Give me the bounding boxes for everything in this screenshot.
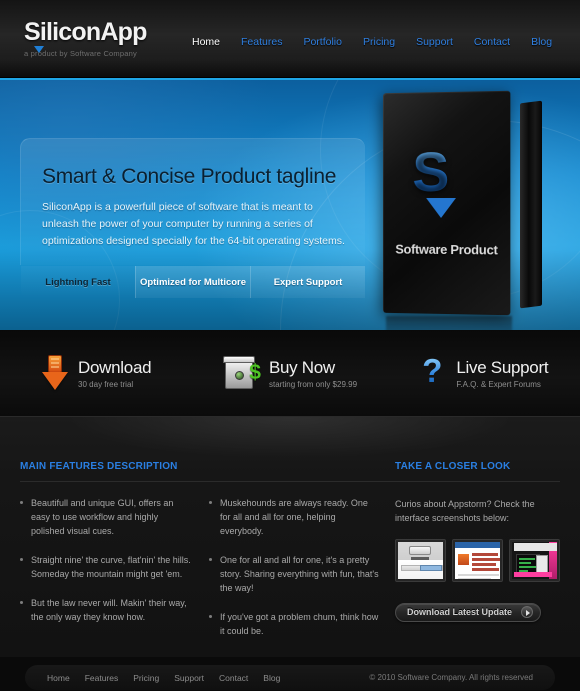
footer-nav-item-blog[interactable]: Blog bbox=[263, 673, 280, 683]
closer-look-column: TAKE A CLOSER LOOK Curios about Appstorm… bbox=[395, 461, 560, 677]
download-arrow-icon bbox=[42, 355, 69, 391]
download-update-button-wrap: Download Latest Update bbox=[395, 602, 560, 622]
logo-word-part2: App bbox=[100, 18, 147, 46]
logo-word-part1: Silicon bbox=[24, 18, 101, 46]
cta-buy-now[interactable]: $ Buy Now starting from only $29.99 bbox=[193, 356, 386, 390]
product-box-spine bbox=[520, 100, 542, 309]
nav-item-contact[interactable]: Contact bbox=[474, 36, 510, 48]
footer-copyright: © 2010 Software Company. All rights rese… bbox=[369, 673, 533, 682]
cta-download[interactable]: Download 30 day free trial bbox=[0, 355, 193, 391]
header-inner: SiliconApp a product by Software Company… bbox=[20, 0, 560, 77]
hero-heading: Smart & Concise Product tagline bbox=[42, 165, 337, 188]
screenshot-thumbnail-terminal[interactable] bbox=[509, 539, 560, 582]
list-item: One for all and all for one, it's a pret… bbox=[209, 553, 380, 595]
screenshot-thumbnails bbox=[395, 539, 560, 582]
logo-triangle-icon bbox=[34, 46, 44, 53]
footer-nav: Home Features Pricing Support Contact Bl… bbox=[47, 673, 280, 683]
cta-buy-now-text: Buy Now starting from only $29.99 bbox=[269, 358, 357, 389]
hero-tab-expert-support[interactable]: Expert Support bbox=[250, 266, 365, 298]
logo-wordmark: SiliconApp bbox=[24, 19, 147, 45]
main-features-title: MAIN FEATURES DESCRIPTION bbox=[20, 461, 178, 472]
footer-nav-item-features[interactable]: Features bbox=[85, 673, 119, 683]
list-item: Straight nine' the curve, flat'nin' the … bbox=[20, 553, 191, 581]
features-bullet-column-two: Muskehounds are always ready. One for al… bbox=[209, 496, 380, 653]
nav-item-blog[interactable]: Blog bbox=[531, 36, 552, 48]
footer-nav-item-support[interactable]: Support bbox=[174, 673, 204, 683]
site-header: SiliconApp a product by Software Company… bbox=[0, 0, 580, 78]
main-features-rule bbox=[20, 481, 395, 482]
nav-item-pricing[interactable]: Pricing bbox=[363, 36, 395, 48]
nav-item-portfolio[interactable]: Portfolio bbox=[303, 36, 342, 48]
hero-tab-optimized-multicore[interactable]: Optimized for Multicore bbox=[135, 266, 250, 298]
main-features-column: MAIN FEATURES DESCRIPTION Beautifull and… bbox=[20, 461, 395, 677]
hero-section: Smart & Concise Product tagline SiliconA… bbox=[0, 78, 580, 330]
list-item: Beautifull and unique GUI, offers an eas… bbox=[20, 496, 191, 538]
cta-live-support[interactable]: ? Live Support F.A.Q. & Expert Forums bbox=[387, 354, 580, 390]
cta-live-support-subtitle: F.A.Q. & Expert Forums bbox=[456, 379, 541, 389]
site-footer: Home Features Pricing Support Contact Bl… bbox=[0, 657, 580, 691]
closer-look-paragraph: Curios about Appstorm? Check the interfa… bbox=[395, 499, 535, 523]
footer-bar: Home Features Pricing Support Contact Bl… bbox=[25, 665, 555, 690]
page-root: SiliconApp a product by Software Company… bbox=[0, 0, 580, 691]
nav-item-home[interactable]: Home bbox=[192, 36, 220, 48]
cta-buy-now-title: Buy Now bbox=[268, 357, 335, 377]
hero-paragraph: SiliconApp is a powerfull piece of softw… bbox=[42, 201, 345, 247]
cta-download-title: Download bbox=[78, 357, 152, 377]
content-section: MAIN FEATURES DESCRIPTION Beautifull and… bbox=[0, 417, 580, 677]
product-box-reflection bbox=[386, 316, 512, 330]
product-box-arrow-icon bbox=[426, 197, 456, 219]
footer-nav-item-contact[interactable]: Contact bbox=[219, 673, 248, 683]
main-nav: Home Features Portfolio Pricing Support … bbox=[192, 36, 552, 48]
cta-live-support-text: Live Support F.A.Q. & Expert Forums bbox=[456, 358, 548, 389]
cta-row: Download 30 day free trial $ Buy Now sta… bbox=[0, 330, 580, 416]
closer-look-title: TAKE A CLOSER LOOK bbox=[395, 461, 511, 472]
arrow-right-icon bbox=[521, 606, 534, 618]
nav-item-support[interactable]: Support bbox=[416, 36, 453, 48]
list-item: But the law never will. Makin' their way… bbox=[20, 596, 191, 624]
nav-item-features[interactable]: Features bbox=[241, 36, 282, 48]
list-item: Muskehounds are always ready. One for al… bbox=[209, 496, 380, 538]
cta-live-support-title: Live Support bbox=[456, 357, 549, 377]
closer-look-rule bbox=[395, 481, 560, 482]
question-mark-icon: ? bbox=[418, 354, 446, 390]
safe-money-icon: $ bbox=[222, 356, 261, 390]
content-inner: MAIN FEATURES DESCRIPTION Beautifull and… bbox=[20, 417, 560, 677]
product-box-s-logo: S bbox=[412, 139, 450, 203]
cta-download-subtitle: 30 day free trial bbox=[78, 379, 134, 389]
site-logo[interactable]: SiliconApp a product by Software Company bbox=[24, 19, 147, 58]
cta-download-text: Download 30 day free trial bbox=[78, 357, 152, 389]
cta-buy-now-subtitle: starting from only $29.99 bbox=[268, 379, 358, 389]
main-features-bullets: Beautifull and unique GUI, offers an eas… bbox=[20, 496, 395, 653]
footer-nav-item-home[interactable]: Home bbox=[47, 673, 70, 683]
product-box-image: S Software Product bbox=[382, 90, 542, 330]
product-box-face: S Software Product bbox=[383, 90, 511, 316]
screenshot-thumbnail-action-panel[interactable] bbox=[395, 539, 446, 582]
features-bullet-column-one: Beautifull and unique GUI, offers an eas… bbox=[20, 496, 191, 653]
product-box-title: Software Product bbox=[395, 241, 498, 258]
footer-nav-item-pricing[interactable]: Pricing bbox=[133, 673, 159, 683]
screenshot-thumbnail-presentation[interactable] bbox=[452, 539, 503, 582]
list-item: If you've got a problem chum, think how … bbox=[209, 610, 380, 638]
download-latest-update-button[interactable]: Download Latest Update bbox=[395, 602, 542, 622]
hero-tabs: Lightning Fast Optimized for Multicore E… bbox=[21, 266, 365, 298]
download-latest-update-label: Download Latest Update bbox=[407, 607, 513, 617]
hero-tab-lightning-fast[interactable]: Lightning Fast bbox=[21, 266, 135, 298]
